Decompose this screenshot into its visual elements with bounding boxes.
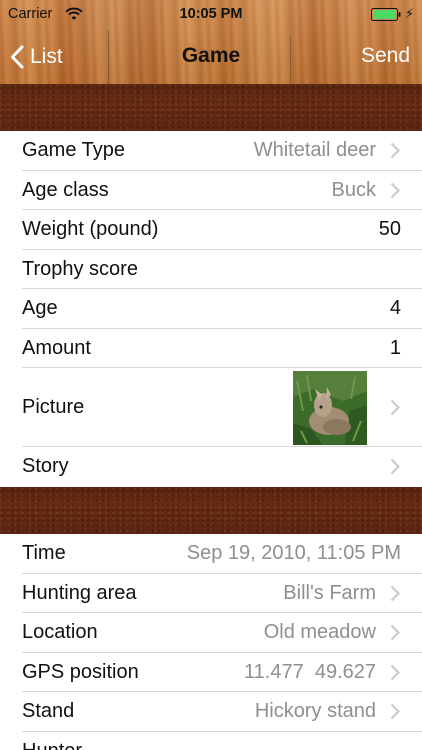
- row-label: Hunting area: [22, 581, 137, 604]
- page-title: Game: [181, 44, 241, 67]
- back-label: List: [30, 45, 63, 68]
- row-value: 1: [389, 336, 401, 359]
- chevron-right-icon: [390, 143, 400, 159]
- section-separator: [0, 84, 422, 131]
- row-time[interactable]: Time Sep 19, 2010, 11:05 PM: [0, 534, 422, 574]
- row-value: 50: [378, 218, 401, 241]
- chevron-right-icon: [390, 625, 400, 641]
- row-value: Old meadow: [263, 621, 376, 644]
- chevron-left-icon: [11, 45, 24, 69]
- deer-photo: [293, 371, 367, 445]
- section-separator: [0, 487, 422, 534]
- battery-icon: [371, 8, 401, 21]
- nav-bar: List Game Send: [0, 30, 422, 84]
- row-stand[interactable]: Stand Hickory stand: [0, 692, 422, 732]
- chevron-right-icon: [390, 399, 400, 416]
- chevron-right-icon: [390, 704, 400, 720]
- row-hunting-area[interactable]: Hunting area Bill's Farm: [0, 574, 422, 614]
- send-button[interactable]: Send: [361, 44, 410, 68]
- row-location[interactable]: Location Old meadow: [0, 613, 422, 653]
- row-value: 11.477 49.627: [244, 660, 376, 683]
- row-picture[interactable]: Picture: [0, 368, 422, 447]
- charging-bolt-icon: ⚡: [405, 6, 415, 21]
- row-label: Age: [22, 297, 58, 320]
- status-bar: Carrier 10:05 PM ⚡: [0, 0, 422, 30]
- row-story[interactable]: Story: [0, 447, 422, 487]
- row-weight[interactable]: Weight (pound) 50: [0, 210, 422, 250]
- row-label: Stand: [22, 700, 75, 723]
- row-gps-position[interactable]: GPS position 11.477 49.627: [0, 653, 422, 693]
- row-value: Bill's Farm: [283, 581, 376, 604]
- row-label: Location: [22, 621, 98, 644]
- row-age[interactable]: Age 4: [0, 289, 422, 329]
- row-label: Picture: [22, 396, 85, 418]
- row-trophy-score[interactable]: Trophy score: [0, 250, 422, 290]
- row-label: Weight (pound): [22, 218, 159, 241]
- game-details-section: Game Type Whitetail deer Age class Buck …: [0, 131, 422, 487]
- hunt-details-section: Time Sep 19, 2010, 11:05 PM Hunting area…: [0, 534, 422, 750]
- row-label: Age class: [22, 178, 109, 201]
- chevron-right-icon: [390, 664, 400, 680]
- status-time: 10:05 PM: [179, 6, 243, 22]
- row-value: Buck: [331, 178, 376, 201]
- chevron-right-icon: [390, 182, 400, 198]
- row-label: Amount: [22, 336, 91, 359]
- chevron-right-icon: [390, 585, 400, 601]
- chevron-right-icon: [390, 459, 400, 475]
- row-label: Trophy score: [22, 257, 138, 280]
- row-label: Time: [22, 542, 66, 565]
- row-label: GPS position: [22, 660, 139, 683]
- row-value: 4: [389, 297, 401, 320]
- navigation-header: Carrier 10:05 PM ⚡ List Game Send: [0, 0, 422, 84]
- row-age-class[interactable]: Age class Buck: [0, 171, 422, 211]
- row-amount[interactable]: Amount 1: [0, 329, 422, 369]
- row-value: Hickory stand: [254, 700, 376, 723]
- row-hunter[interactable]: Hunter: [0, 732, 422, 750]
- row-value: Sep 19, 2010, 11:05 PM: [186, 542, 401, 565]
- row-game-type[interactable]: Game Type Whitetail deer: [0, 131, 422, 171]
- row-label: Story: [22, 455, 69, 478]
- row-label: Game Type: [22, 139, 126, 162]
- row-label: Hunter: [22, 740, 82, 750]
- row-value: Whitetail deer: [253, 139, 376, 162]
- back-button[interactable]: List: [10, 42, 63, 72]
